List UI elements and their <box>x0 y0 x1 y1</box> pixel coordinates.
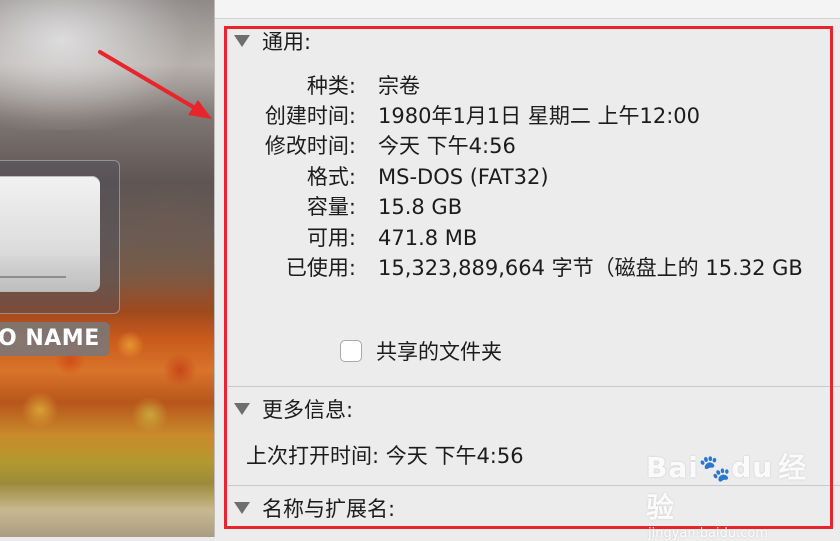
watermark-url: jingyan.baidu.com <box>648 526 768 541</box>
watermark-brand: Bai <box>646 451 699 484</box>
watermark-brand-tail: du <box>731 451 774 484</box>
baidu-watermark: Bai🐾du 经验 jingyan.baidu.com <box>646 446 836 541</box>
paw-icon: 🐾 <box>698 454 732 484</box>
